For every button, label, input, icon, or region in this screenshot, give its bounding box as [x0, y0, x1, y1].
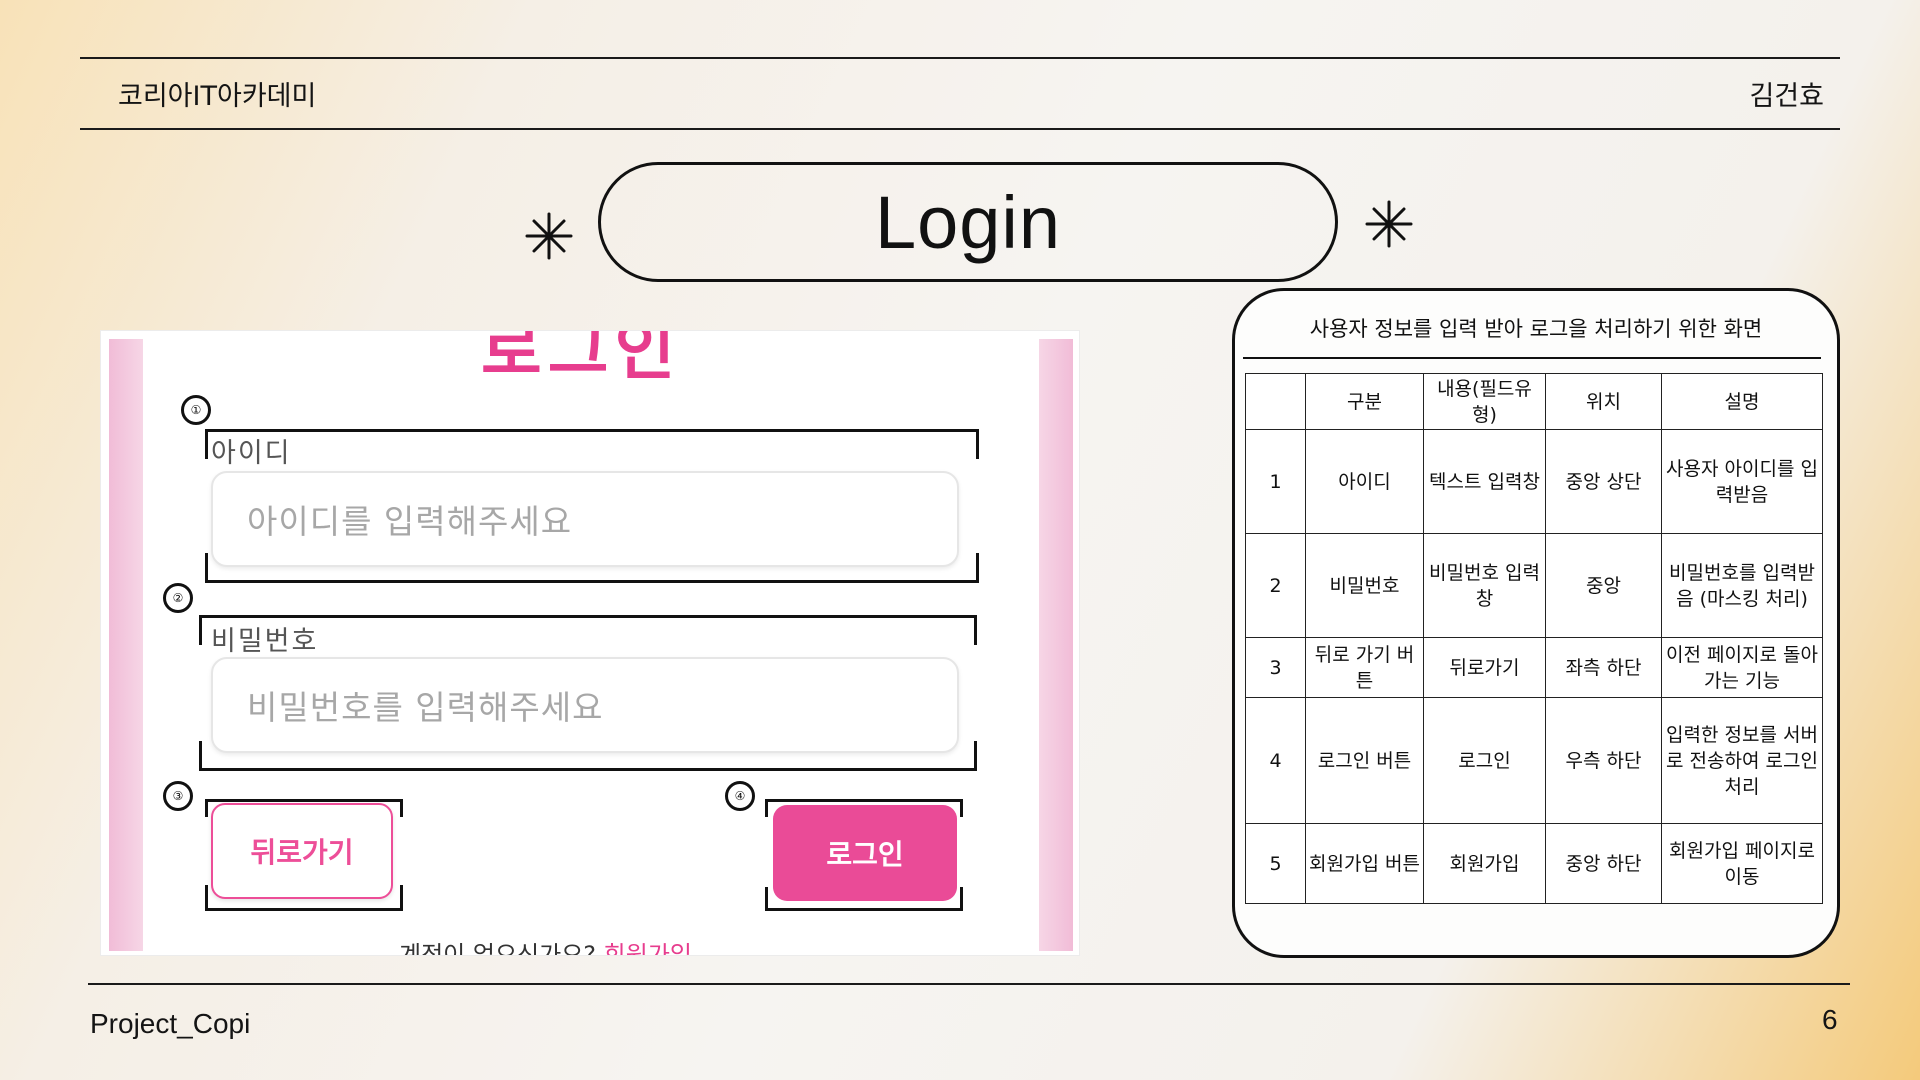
table-row: 4 로그인 버튼 로그인 우측 하단 입력한 정보를 서버로 전송하여 로그인 … — [1245, 697, 1823, 824]
callout-number-4: ④ — [725, 781, 755, 811]
page-number: 6 — [1822, 1004, 1838, 1035]
field-id-bracket-bottom — [205, 553, 979, 583]
password-input[interactable]: 비밀번호를 입력해주세요 — [211, 657, 959, 753]
sparkle-icon — [525, 212, 573, 260]
header-bottom-rule — [80, 128, 1840, 130]
table-header-row: 구분 내용(필드유형) 위치 설명 — [1245, 373, 1823, 430]
row-desc: 입력한 정보를 서버로 전송하여 로그인 처리 — [1661, 697, 1823, 824]
signup-link[interactable]: 회원가입 — [604, 941, 692, 955]
footer-rule — [88, 983, 1850, 985]
page-title: Login — [874, 180, 1062, 264]
table-row: 1 아이디 텍스트 입력창 중앙 상단 사용자 아이디를 입력받음 — [1245, 429, 1823, 534]
password-label: 비밀번호 — [211, 626, 319, 657]
row-type: 로그인 — [1423, 697, 1546, 824]
spec-card-rule — [1243, 357, 1821, 359]
header-top-rule — [80, 57, 1840, 59]
left-pink-bar — [109, 339, 143, 951]
callout-number-1: ① — [181, 395, 211, 425]
row-desc: 사용자 아이디를 입력받음 — [1661, 429, 1823, 534]
row-position: 우측 하단 — [1545, 697, 1662, 824]
table-row: 2 비밀번호 비밀번호 입력창 중앙 비밀번호를 입력받음 (마스킹 처리) — [1245, 533, 1823, 638]
row-position: 중앙 하단 — [1545, 823, 1662, 904]
row-desc: 이전 페이지로 돌아가는 기능 — [1661, 637, 1823, 698]
row-position: 중앙 — [1545, 533, 1662, 638]
column-header: 내용(필드유형) — [1423, 373, 1546, 430]
signup-prompt: 계정이 없으신가요? 회원가입 — [399, 935, 692, 956]
row-number: 5 — [1245, 823, 1306, 904]
row-type: 회원가입 — [1423, 823, 1546, 904]
login-heading: 로그인 — [481, 330, 682, 389]
row-type: 뒤로가기 — [1423, 637, 1546, 698]
row-type: 비밀번호 입력창 — [1423, 533, 1546, 638]
row-name: 뒤로 가기 버튼 — [1305, 637, 1424, 698]
row-name: 로그인 버튼 — [1305, 697, 1424, 824]
row-name: 비밀번호 — [1305, 533, 1424, 638]
spec-card-title: 사용자 정보를 입력 받아 로그을 처리하기 위한 화면 — [1309, 317, 1763, 341]
spec-card: 사용자 정보를 입력 받아 로그을 처리하기 위한 화면 구분 내용(필드유형)… — [1232, 288, 1840, 958]
sparkle-icon — [1365, 200, 1413, 248]
row-number: 2 — [1245, 533, 1306, 638]
back-button-bracket-bottom — [205, 885, 403, 911]
callout-number-2: ② — [163, 583, 193, 613]
right-pink-bar — [1039, 339, 1073, 951]
login-screen-mockup: 로그인 ① 아이디 아이디를 입력해주세요 ② 비밀번호 비밀번호를 입력해주세… — [100, 330, 1080, 956]
id-label: 아이디 — [211, 438, 292, 469]
author-name: 김건효 — [1749, 81, 1824, 112]
column-header: 설명 — [1661, 373, 1823, 430]
table-row: 5 회원가입 버튼 회원가입 중앙 하단 회원가입 페이지로 이동 — [1245, 823, 1823, 904]
row-number: 3 — [1245, 637, 1306, 698]
callout-number-3: ③ — [163, 781, 193, 811]
row-name: 아이디 — [1305, 429, 1424, 534]
row-type: 텍스트 입력창 — [1423, 429, 1546, 534]
row-number: 1 — [1245, 429, 1306, 534]
page-title-pill: Login — [598, 162, 1338, 282]
column-header — [1245, 373, 1306, 430]
row-desc: 회원가입 페이지로 이동 — [1661, 823, 1823, 904]
signup-prompt-text: 계정이 없으신가요? — [399, 941, 597, 956]
row-position: 중앙 상단 — [1545, 429, 1662, 534]
row-number: 4 — [1245, 697, 1306, 824]
column-header: 위치 — [1545, 373, 1662, 430]
column-header: 구분 — [1305, 373, 1424, 430]
field-id-bracket-top — [205, 429, 979, 459]
project-name: Project_Copi — [90, 1008, 251, 1039]
row-name: 회원가입 버튼 — [1305, 823, 1424, 904]
table-row: 3 뒤로 가기 버튼 뒤로가기 좌측 하단 이전 페이지로 돌아가는 기능 — [1245, 637, 1823, 698]
login-button-bracket-bottom — [765, 887, 963, 911]
spec-table: 구분 내용(필드유형) 위치 설명 1 아이디 텍스트 입력창 중앙 상단 사용… — [1245, 373, 1823, 904]
org-name: 코리아IT아카데미 — [118, 81, 317, 112]
row-desc: 비밀번호를 입력받음 (마스킹 처리) — [1661, 533, 1823, 638]
field-pw-bracket-bottom — [199, 741, 977, 771]
row-position: 좌측 하단 — [1545, 637, 1662, 698]
